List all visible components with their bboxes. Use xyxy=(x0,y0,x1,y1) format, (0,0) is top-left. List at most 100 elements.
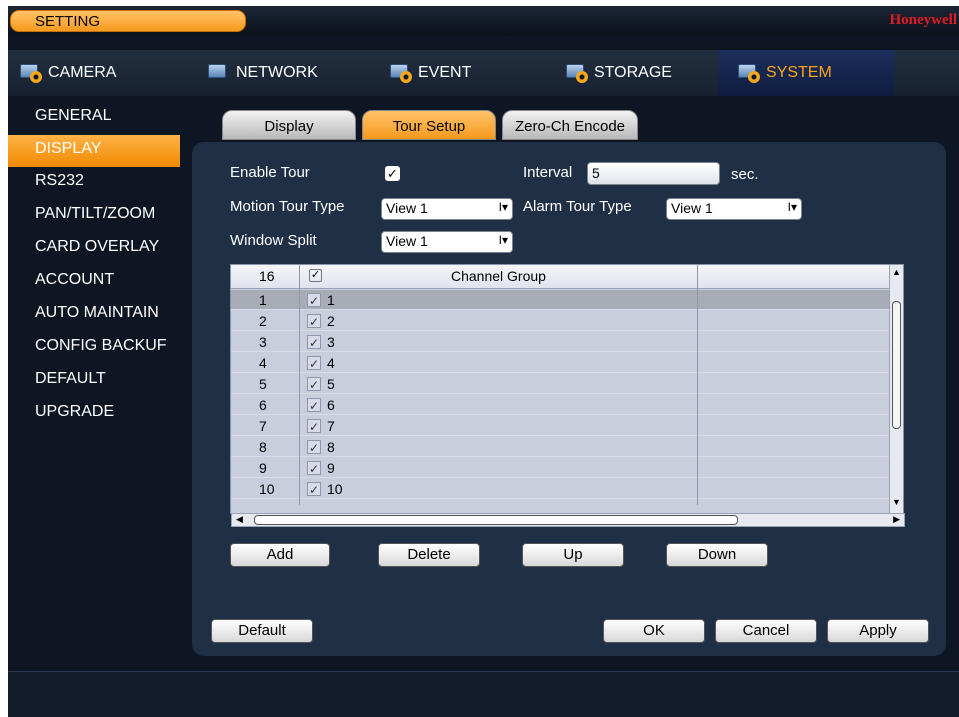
motion-tour-type-label: Motion Tour Type xyxy=(230,198,345,215)
table-row[interactable]: 6 ✓ 6 xyxy=(231,395,891,415)
row-number: 1 xyxy=(259,292,267,308)
add-button[interactable]: Add xyxy=(230,543,330,567)
sidebar-item-account[interactable]: ACCOUNT xyxy=(8,266,180,299)
row-checkbox[interactable]: ✓ xyxy=(307,293,321,308)
scroll-up-icon[interactable]: ▲ xyxy=(891,267,902,281)
tab-camera[interactable]: CAMERA xyxy=(18,50,188,96)
row-channel-group: 1 xyxy=(327,292,335,308)
row-number: 7 xyxy=(259,418,267,434)
table-row[interactable]: 5 ✓ 5 xyxy=(231,374,891,394)
column-divider xyxy=(697,265,698,505)
chevron-down-icon: I▾ xyxy=(787,200,797,214)
sidebar-item-general[interactable]: GENERAL xyxy=(8,102,180,135)
camera-icon xyxy=(18,62,44,84)
row-number: 2 xyxy=(259,313,267,329)
cancel-button[interactable]: Cancel xyxy=(715,619,817,643)
sidebar-item-pan-tilt-zoom[interactable]: PAN/TILT/ZOOM xyxy=(8,200,180,233)
vertical-scrollbar[interactable]: ▲ ▼ xyxy=(889,265,903,515)
up-button[interactable]: Up xyxy=(522,543,624,567)
event-icon xyxy=(388,62,414,84)
tab-zero-ch-encode[interactable]: Zero-Ch Encode xyxy=(502,110,638,140)
table-row[interactable]: 3 ✓ 3 xyxy=(231,332,891,352)
tab-event[interactable]: EVENT xyxy=(388,50,558,96)
scroll-down-icon[interactable]: ▼ xyxy=(891,497,902,511)
motion-tour-type-value: View 1 xyxy=(386,200,428,216)
enable-tour-label: Enable Tour xyxy=(230,164,310,181)
default-button[interactable]: Default xyxy=(211,619,313,643)
tab-tour-setup[interactable]: Tour Setup xyxy=(362,110,496,140)
tab-network[interactable]: NETWORK xyxy=(206,50,376,96)
table-row[interactable]: 7 ✓ 7 xyxy=(231,416,891,436)
apply-button[interactable]: Apply xyxy=(827,619,929,643)
table-header: 16 ✓ Channel Group xyxy=(231,265,891,289)
row-checkbox[interactable]: ✓ xyxy=(307,440,321,455)
tab-display[interactable]: Display xyxy=(222,110,356,140)
sidebar-item-display[interactable]: DISPLAY xyxy=(8,135,180,167)
sidebar-item-card-overlay[interactable]: CARD OVERLAY xyxy=(8,233,180,266)
row-channel-group: 4 xyxy=(327,355,335,371)
title-bar: SETTING Honeywell xyxy=(8,6,959,36)
table-row[interactable]: 10 ✓ 10 xyxy=(231,479,891,499)
column-divider xyxy=(299,265,300,505)
scroll-left-icon[interactable]: ◀ xyxy=(236,514,243,525)
interval-input[interactable]: 5 xyxy=(587,162,720,185)
select-all-checkbox[interactable]: ✓ xyxy=(309,269,322,282)
delete-button[interactable]: Delete xyxy=(378,543,480,567)
window-split-label: Window Split xyxy=(230,232,317,249)
window-split-select[interactable]: View 1 I▾ xyxy=(381,231,513,253)
enable-tour-checkbox[interactable]: ✓ xyxy=(385,166,400,181)
row-number: 8 xyxy=(259,439,267,455)
down-button[interactable]: Down xyxy=(666,543,768,567)
row-channel-group: 7 xyxy=(327,418,335,434)
row-checkbox[interactable]: ✓ xyxy=(307,482,321,497)
interval-unit: sec. xyxy=(731,166,759,183)
motion-tour-type-select[interactable]: View 1 I▾ xyxy=(381,198,513,220)
ok-button[interactable]: OK xyxy=(603,619,705,643)
row-checkbox[interactable]: ✓ xyxy=(307,356,321,371)
brand-logo: Honeywell xyxy=(889,12,958,28)
row-number: 10 xyxy=(259,481,275,497)
window-split-value: View 1 xyxy=(386,233,428,249)
system-icon xyxy=(736,62,762,84)
sidebar-item-default[interactable]: DEFAULT xyxy=(8,365,180,398)
tab-network-label: NETWORK xyxy=(236,64,318,81)
sidebar-item-config-backup[interactable]: CONFIG BACKUF xyxy=(8,332,180,365)
table-row[interactable]: 9 ✓ 9 xyxy=(231,458,891,478)
sidebar-item-upgrade[interactable]: UPGRADE xyxy=(8,398,180,431)
row-number: 3 xyxy=(259,334,267,350)
tab-storage[interactable]: STORAGE xyxy=(564,50,734,96)
row-checkbox[interactable]: ✓ xyxy=(307,314,321,329)
row-checkbox[interactable]: ✓ xyxy=(307,461,321,476)
table-row[interactable]: 8 ✓ 8 xyxy=(231,437,891,457)
row-channel-group: 5 xyxy=(327,376,335,392)
table-row[interactable]: 4 ✓ 4 xyxy=(231,353,891,373)
row-channel-group: 2 xyxy=(327,313,335,329)
sidebar-item-auto-maintain[interactable]: AUTO MAINTAIN xyxy=(8,299,180,332)
alarm-tour-type-select[interactable]: View 1 I▾ xyxy=(666,198,802,220)
table-row[interactable]: 2 ✓ 2 xyxy=(231,311,891,331)
row-checkbox[interactable]: ✓ xyxy=(307,398,321,413)
row-checkbox[interactable]: ✓ xyxy=(307,377,321,392)
sidebar-item-rs232[interactable]: RS232 xyxy=(8,167,180,200)
channel-group-table[interactable]: 16 ✓ Channel Group 1 ✓ 1 2 ✓ 2 3 ✓ 3 4 ✓ 4 5 ✓ 5 6 ✓ 6 7 ✓ 7… xyxy=(230,264,905,527)
row-number: 5 xyxy=(259,376,267,392)
tab-system[interactable]: SYSTEM xyxy=(718,50,894,96)
horizontal-scrollbar[interactable]: ◀ ▶ xyxy=(231,513,905,527)
row-number: 9 xyxy=(259,460,267,476)
header-channel-group: Channel Group xyxy=(451,268,546,284)
row-checkbox[interactable]: ✓ xyxy=(307,335,321,350)
row-channel-group: 6 xyxy=(327,397,335,413)
sidebar: GENERAL DISPLAY RS232 PAN/TILT/ZOOM CARD… xyxy=(8,102,180,431)
alarm-tour-type-value: View 1 xyxy=(671,200,713,216)
table-row[interactable]: 1 ✓ 1 xyxy=(231,290,891,310)
scroll-right-icon[interactable]: ▶ xyxy=(893,514,900,525)
tab-storage-label: STORAGE xyxy=(594,64,672,81)
row-channel-group: 3 xyxy=(327,334,335,350)
row-checkbox[interactable]: ✓ xyxy=(307,419,321,434)
hscroll-thumb[interactable] xyxy=(254,515,738,525)
row-number: 6 xyxy=(259,397,267,413)
network-icon xyxy=(206,62,232,84)
chevron-down-icon: I▾ xyxy=(498,233,508,247)
chevron-down-icon: I▾ xyxy=(498,200,508,214)
scroll-thumb[interactable] xyxy=(892,301,901,429)
